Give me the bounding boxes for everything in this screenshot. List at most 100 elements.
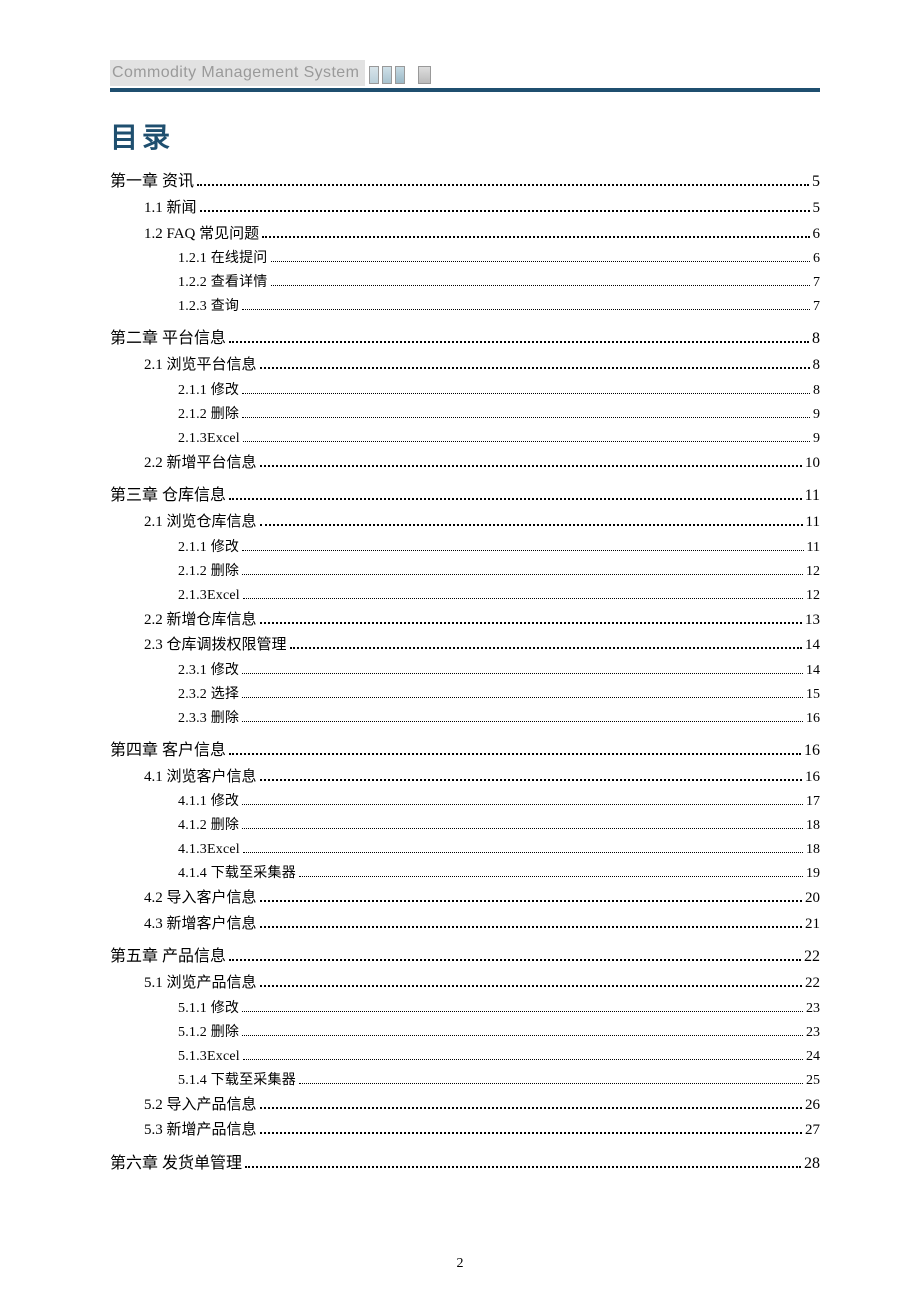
toc-entry-page: 23 xyxy=(806,1022,820,1043)
toc-entry-page: 18 xyxy=(806,839,820,860)
toc-entry-page: 22 xyxy=(804,945,820,969)
toc-entry[interactable]: 5.1 浏览产品信息 22 xyxy=(110,972,820,995)
toc-entry-label: 第一章 资讯 xyxy=(110,170,194,194)
leader-dots-icon xyxy=(242,721,803,722)
toc-entry[interactable]: 4.1.2 删除18 xyxy=(110,815,820,836)
leader-dots-icon xyxy=(229,498,802,500)
toc-entry-page: 8 xyxy=(812,327,820,351)
toc-entry-page: 9 xyxy=(813,404,820,425)
toc-entry-page: 17 xyxy=(806,791,820,812)
toc-entry[interactable]: 2.2 新增平台信息10 xyxy=(110,452,820,475)
toc-entry-page: 13 xyxy=(805,609,820,632)
leader-dots-icon xyxy=(242,673,803,674)
toc-entry-page: 20 xyxy=(805,887,820,910)
toc-entry[interactable]: 第三章 仓库信息11 xyxy=(110,484,820,508)
toc-entry-label: 4.1.3Excel xyxy=(178,839,240,860)
leader-dots-icon xyxy=(260,779,802,781)
toc-entry[interactable]: 1.1 新闻5 xyxy=(110,197,820,220)
leader-dots-icon xyxy=(200,210,810,212)
toc-entry-label: 2.1 浏览平台信息 xyxy=(144,354,257,377)
toc-entry-page: 5 xyxy=(812,170,820,194)
toc-entry[interactable]: 1.2.2 查看详情7 xyxy=(110,272,820,293)
toc-entry[interactable]: 4.3 新增客户信息 21 xyxy=(110,913,820,936)
toc-entry-label: 2.3.1 修改 xyxy=(178,660,239,681)
toc-entry[interactable]: 1.2.1 在线提问 6 xyxy=(110,248,820,269)
toc-entry[interactable]: 第二章 平台信息 8 xyxy=(110,327,820,351)
toc-entry[interactable]: 2.3.2 选择 15 xyxy=(110,684,820,705)
toc-entry-page: 16 xyxy=(806,708,820,729)
toc-entry-page: 19 xyxy=(806,863,820,884)
leader-dots-icon xyxy=(271,261,811,262)
toc-entry-label: 5.1.1 修改 xyxy=(178,998,239,1019)
toc-entry-page: 15 xyxy=(806,684,820,705)
toc-entry-label: 2.2 新增平台信息 xyxy=(144,452,257,475)
toc-entry[interactable]: 4.1.1 修改17 xyxy=(110,791,820,812)
leader-dots-icon xyxy=(260,1132,802,1134)
leader-dots-icon xyxy=(299,876,803,877)
toc-entry[interactable]: 第五章 产品信息22 xyxy=(110,945,820,969)
toc-entry-label: 2.1.3Excel xyxy=(178,585,240,606)
toc-entry[interactable]: 1.2 FAQ 常见问题6 xyxy=(110,223,820,246)
toc-entry[interactable]: 第四章 客户信息 16 xyxy=(110,739,820,763)
toc-entry-page: 27 xyxy=(805,1119,820,1142)
leader-dots-icon xyxy=(229,959,801,961)
toc-entry-page: 21 xyxy=(805,913,820,936)
leader-dots-icon xyxy=(243,852,803,853)
toc-entry[interactable]: 5.1.3Excel24 xyxy=(110,1046,820,1067)
toc-entry-page: 22 xyxy=(805,972,820,995)
toc-entry-label: 4.1.4 下载至采集器 xyxy=(178,863,296,884)
toc-entry[interactable]: 2.1.2 删除9 xyxy=(110,404,820,425)
toc-entry-label: 5.1 浏览产品信息 xyxy=(144,972,257,995)
toc-entry-page: 12 xyxy=(806,561,820,582)
leader-dots-icon xyxy=(290,647,802,649)
toc-entry[interactable]: 2.1.1 修改8 xyxy=(110,380,820,401)
leader-dots-icon xyxy=(242,417,810,418)
toc-entry[interactable]: 2.1.3Excel9 xyxy=(110,428,820,449)
leader-dots-icon xyxy=(229,753,801,755)
toc-entry-label: 2.1.2 删除 xyxy=(178,561,239,582)
toc-entry[interactable]: 5.1.1 修改 23 xyxy=(110,998,820,1019)
leader-dots-icon xyxy=(229,341,809,343)
toc-entry[interactable]: 5.1.4 下载至采集器25 xyxy=(110,1070,820,1091)
header-title: Commodity Management System xyxy=(110,60,365,86)
toc-entry-label: 2.3.2 选择 xyxy=(178,684,239,705)
toc-entry-label: 2.3 仓库调拨权限管理 xyxy=(144,634,287,657)
toc-entry[interactable]: 第一章 资讯 5 xyxy=(110,170,820,194)
toc-entry-page: 23 xyxy=(806,998,820,1019)
toc-entry[interactable]: 4.1.4 下载至采集器 19 xyxy=(110,863,820,884)
toc-entry[interactable]: 2.1 浏览平台信息 8 xyxy=(110,354,820,377)
toc-entry[interactable]: 4.1 浏览客户信息16 xyxy=(110,766,820,789)
toc-entry[interactable]: 5.3 新增产品信息27 xyxy=(110,1119,820,1142)
leader-dots-icon xyxy=(242,1011,803,1012)
toc-entry[interactable]: 5.2 导入产品信息26 xyxy=(110,1094,820,1117)
toc-entry[interactable]: 2.3.3 删除16 xyxy=(110,708,820,729)
toc-entry-label: 第二章 平台信息 xyxy=(110,327,226,351)
toc-entry[interactable]: 2.1 浏览仓库信息11 xyxy=(110,511,820,534)
leader-dots-icon xyxy=(260,622,802,624)
leader-dots-icon xyxy=(243,1059,803,1060)
toc-entry[interactable]: 5.1.2 删除23 xyxy=(110,1022,820,1043)
toc-entry[interactable]: 2.3 仓库调拨权限管理14 xyxy=(110,634,820,657)
leader-dots-icon xyxy=(260,926,802,928)
toc-entry[interactable]: 第六章 发货单管理28 xyxy=(110,1152,820,1176)
toc-entry[interactable]: 2.1.2 删除 12 xyxy=(110,561,820,582)
toc-entry[interactable]: 1.2.3 查询7 xyxy=(110,296,820,317)
toc-entry[interactable]: 2.1.3Excel12 xyxy=(110,585,820,606)
toc-entry-label: 4.3 新增客户信息 xyxy=(144,913,257,936)
toc-entry[interactable]: 4.1.3Excel 18 xyxy=(110,839,820,860)
toc-entry-label: 1.2.1 在线提问 xyxy=(178,248,268,269)
toc-entry[interactable]: 2.3.1 修改14 xyxy=(110,660,820,681)
toc-entry-page: 6 xyxy=(813,248,820,269)
toc-entry-page: 8 xyxy=(813,354,821,377)
toc-entry[interactable]: 2.2 新增仓库信息13 xyxy=(110,609,820,632)
header-bar: Commodity Management System xyxy=(110,60,820,92)
toc-entry-label: 1.2.3 查询 xyxy=(178,296,239,317)
toc-entry-label: 第四章 客户信息 xyxy=(110,739,226,763)
leader-dots-icon xyxy=(242,697,803,698)
toc-entry[interactable]: 4.2 导入客户信息20 xyxy=(110,887,820,910)
toc-entry-label: 5.1.4 下载至采集器 xyxy=(178,1070,296,1091)
toc-entry[interactable]: 2.1.1 修改11 xyxy=(110,537,820,558)
toc-entry-page: 16 xyxy=(804,739,820,763)
leader-dots-icon xyxy=(242,309,810,310)
leader-dots-icon xyxy=(271,285,811,286)
